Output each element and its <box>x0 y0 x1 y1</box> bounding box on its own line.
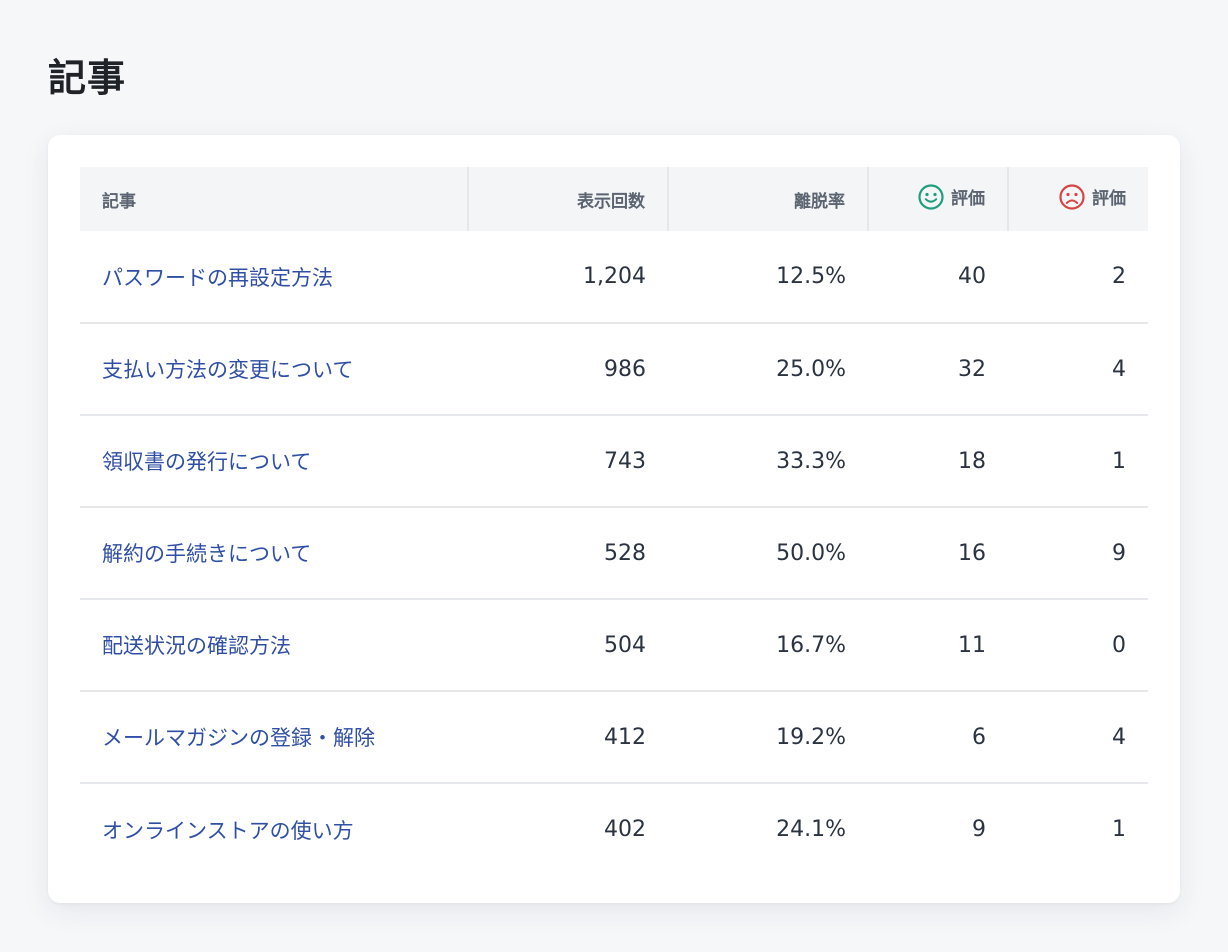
article-cell: 解約の手続きについて <box>80 507 468 600</box>
bad-rating-cell: 1 <box>1112 817 1126 842</box>
bad-rating-cell: 0 <box>1008 599 1148 692</box>
article-link[interactable]: 解約の手続きについて <box>102 542 311 566</box>
table-row: 解約の手続きについて 528 50.0% 16 9 <box>80 507 1148 600</box>
views-cell: 1,204 <box>468 231 668 324</box>
views-cell: 504 <box>468 599 668 692</box>
bad-rating-cell: 9 <box>1008 507 1148 600</box>
bounce-rate-cell: 16.7% <box>668 599 868 692</box>
articles-card: 記事 表示回数 離脱率 評価 評価 パスワードの再設定方法 1,204 12.5… <box>48 135 1180 903</box>
bounce-rate-cell: 12.5% <box>668 231 868 324</box>
article-cell: オンラインストアの使い方 <box>80 783 468 875</box>
views-cell: 412 <box>468 691 668 784</box>
column-header-bad-rating[interactable]: 評価 <box>1008 167 1148 231</box>
column-header-bounce-rate[interactable]: 離脱率 <box>668 167 869 231</box>
table-row: メールマガジンの登録・解除 412 19.2% 6 4 <box>80 691 1148 784</box>
good-rating-cell: 16 <box>868 507 1008 600</box>
article-link[interactable]: メールマガジンの登録・解除 <box>102 726 375 750</box>
article-link[interactable]: パスワードの再設定方法 <box>102 266 333 290</box>
article-cell: 配送状況の確認方法 <box>80 599 468 692</box>
bad-rating-cell: 4 <box>1008 691 1148 784</box>
frowning-face-icon <box>1059 183 1085 210</box>
page-title: 記事 <box>48 56 127 100</box>
page: 記事 記事 表示回数 離脱率 評価 評価 パスワードの再設定方法 1,204 1… <box>0 0 1228 952</box>
article-cell: 支払い方法の変更について <box>80 323 468 416</box>
column-header-good-rating[interactable]: 評価 <box>868 167 1009 231</box>
bad-rating-cell: 4 <box>1008 323 1148 416</box>
article-cell: メールマガジンの登録・解除 <box>80 691 468 784</box>
article-cell: 領収書の発行について <box>80 415 468 508</box>
bounce-rate-cell: 25.0% <box>668 323 868 416</box>
views-cell: 402 <box>604 817 646 842</box>
article-link[interactable]: オンラインストアの使い方 <box>102 819 354 843</box>
smiley-face-icon <box>918 183 944 210</box>
column-header-article[interactable]: 記事 <box>80 167 469 231</box>
bounce-rate-cell: 19.2% <box>668 691 868 784</box>
article-link[interactable]: 配送状況の確認方法 <box>102 634 291 658</box>
good-rating-cell: 9 <box>972 817 986 842</box>
table-row: 支払い方法の変更について 986 25.0% 32 4 <box>80 323 1148 416</box>
good-rating-cell: 11 <box>868 599 1008 692</box>
bad-rating-cell: 1 <box>1008 415 1148 508</box>
table-header-row: 記事 表示回数 離脱率 評価 評価 <box>80 167 1148 231</box>
table-row: オンラインストアの使い方 402 24.1% 9 1 <box>80 783 1148 875</box>
bad-rating-label: 評価 <box>1092 189 1126 209</box>
articles-table: 記事 表示回数 離脱率 評価 評価 パスワードの再設定方法 1,204 12.5… <box>80 167 1148 875</box>
bad-rating-cell: 2 <box>1008 231 1148 324</box>
good-rating-label: 評価 <box>951 189 985 209</box>
good-rating-cell: 40 <box>868 231 1008 324</box>
table-row: パスワードの再設定方法 1,204 12.5% 40 2 <box>80 231 1148 324</box>
views-cell: 743 <box>468 415 668 508</box>
good-rating-cell: 32 <box>868 323 1008 416</box>
good-rating-cell: 6 <box>868 691 1008 784</box>
bounce-rate-cell: 24.1% <box>776 817 846 842</box>
bounce-rate-cell: 33.3% <box>668 415 868 508</box>
article-link[interactable]: 支払い方法の変更について <box>102 358 353 382</box>
column-header-views[interactable]: 表示回数 <box>468 167 669 231</box>
table-row: 領収書の発行について 743 33.3% 18 1 <box>80 415 1148 508</box>
table-row: 配送状況の確認方法 504 16.7% 11 0 <box>80 599 1148 692</box>
views-cell: 986 <box>468 323 668 416</box>
article-link[interactable]: 領収書の発行について <box>102 450 311 474</box>
good-rating-cell: 18 <box>868 415 1008 508</box>
article-cell: パスワードの再設定方法 <box>80 231 468 324</box>
views-cell: 528 <box>468 507 668 600</box>
bounce-rate-cell: 50.0% <box>668 507 868 600</box>
